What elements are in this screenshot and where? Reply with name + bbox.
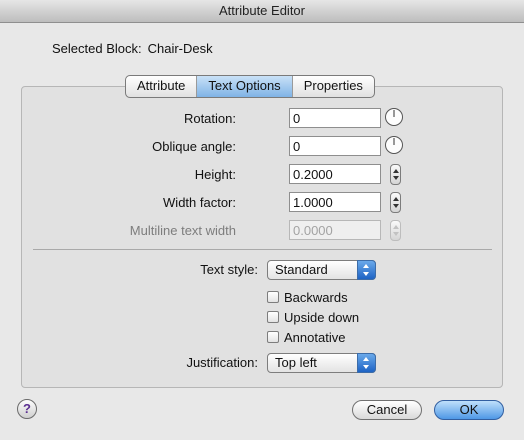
tab-attribute[interactable]: Attribute: [126, 76, 198, 97]
width-factor-stepper[interactable]: [390, 192, 401, 213]
rotation-label: Rotation:: [183, 111, 236, 126]
oblique-angle-input[interactable]: 0: [289, 136, 381, 156]
popup-arrows-icon: [357, 260, 376, 280]
checkbox-box[interactable]: [267, 331, 279, 343]
checkbox-box[interactable]: [267, 291, 279, 303]
stepper-up-icon[interactable]: [393, 169, 399, 173]
text-options-panel: Rotation: 0 Oblique angle: 0 Height: 0.2…: [21, 86, 503, 388]
tab-text-options[interactable]: Text Options: [197, 76, 293, 97]
stepper-down-icon: [393, 232, 399, 236]
width-factor-input[interactable]: 1.0000: [289, 192, 381, 212]
justification-label: Justification:: [186, 355, 258, 370]
height-stepper[interactable]: [390, 164, 401, 185]
multiline-text-width-label: Multiline text width: [129, 223, 236, 238]
tab-properties[interactable]: Properties: [293, 76, 374, 97]
selected-block-value: Chair-Desk: [147, 41, 213, 56]
stepper-up-icon: [393, 225, 399, 229]
selected-block-label: Selected Block:: [52, 41, 142, 56]
multiline-text-width-input: 0.0000: [289, 220, 381, 240]
upside-down-label: Upside down: [284, 309, 360, 325]
window-title: Attribute Editor: [0, 0, 524, 23]
backwards-checkbox[interactable]: Backwards: [267, 289, 348, 305]
checkbox-box[interactable]: [267, 311, 279, 323]
height-label: Height:: [194, 167, 236, 182]
text-style-value: Standard: [275, 262, 328, 277]
backwards-label: Backwards: [284, 289, 348, 305]
multiline-text-width-stepper: [390, 220, 401, 241]
section-divider: [33, 249, 492, 250]
annotative-checkbox[interactable]: Annotative: [267, 329, 346, 345]
text-style-label: Text style:: [200, 262, 258, 277]
attribute-editor-window: Attribute Editor Selected Block: Chair-De…: [0, 0, 524, 440]
rotation-input[interactable]: 0: [289, 108, 381, 128]
height-input[interactable]: 0.2000: [289, 164, 381, 184]
annotative-label: Annotative: [284, 329, 346, 345]
help-button[interactable]: ?: [17, 399, 37, 419]
oblique-angle-dial-icon[interactable]: [384, 135, 404, 155]
stepper-down-icon[interactable]: [393, 176, 399, 180]
ok-button[interactable]: OK: [434, 400, 504, 420]
upside-down-checkbox[interactable]: Upside down: [267, 309, 360, 325]
stepper-up-icon[interactable]: [393, 197, 399, 201]
selected-block: Selected Block: Chair-Desk: [52, 41, 213, 56]
tab-bar: Attribute Text Options Properties: [125, 75, 375, 98]
text-style-select[interactable]: Standard: [267, 260, 376, 280]
popup-arrows-icon: [357, 353, 376, 373]
rotation-dial-icon[interactable]: [384, 107, 404, 127]
justification-select[interactable]: Top left: [267, 353, 376, 373]
cancel-button[interactable]: Cancel: [352, 400, 422, 420]
stepper-down-icon[interactable]: [393, 204, 399, 208]
width-factor-label: Width factor:: [163, 195, 236, 210]
justification-value: Top left: [275, 355, 317, 370]
oblique-angle-label: Oblique angle:: [152, 139, 236, 154]
